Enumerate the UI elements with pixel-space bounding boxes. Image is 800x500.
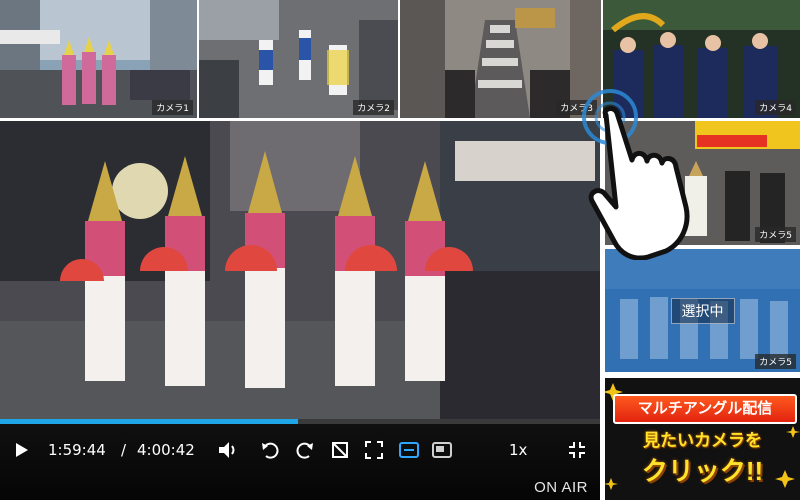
time-separator: / (121, 441, 127, 459)
no-subtitle-icon[interactable] (328, 438, 352, 462)
selected-badge: 選択中 (670, 297, 735, 324)
promo-banner: マルチアングル配信 見たいカメラを クリック!! (605, 378, 800, 500)
main-video-scene (0, 121, 600, 421)
exit-fullscreen-icon[interactable] (565, 438, 589, 462)
camera-tile-selected[interactable]: 選択中 カメラ5 (605, 249, 800, 372)
volume-icon[interactable] (215, 438, 239, 462)
promo-subtitle: 見たいカメラを (643, 431, 762, 450)
rewind-10-icon[interactable] (258, 438, 282, 462)
duration: 4:00:42 (137, 441, 195, 459)
camera-label: カメラ1 (152, 100, 193, 115)
player-controls: 1:59:44 / 4:00:42 1x ON AIR (0, 424, 600, 500)
camera-label: カメラ5 (755, 227, 796, 242)
camera-label: カメラ5 (755, 354, 796, 369)
camera-tile-1[interactable]: カメラ1 (0, 0, 197, 118)
forward-10-icon[interactable] (293, 438, 317, 462)
current-time: 1:59:44 (48, 441, 106, 459)
play-icon[interactable] (12, 438, 32, 462)
camera-tile-2[interactable]: カメラ2 (199, 0, 398, 118)
camera-label: カメラ4 (755, 100, 796, 115)
fullscreen-expand-icon[interactable] (362, 438, 386, 462)
playback-speed[interactable]: 1x (509, 438, 527, 462)
camera-label: カメラ2 (353, 100, 394, 115)
caption-icon[interactable] (397, 438, 421, 462)
cast-icon[interactable] (430, 438, 454, 462)
on-air-status: ON AIR (534, 479, 588, 496)
hand-pointer-icon (582, 89, 690, 260)
promo-title: マルチアングル配信 (613, 394, 797, 424)
promo-cta: クリック!! (641, 456, 764, 486)
